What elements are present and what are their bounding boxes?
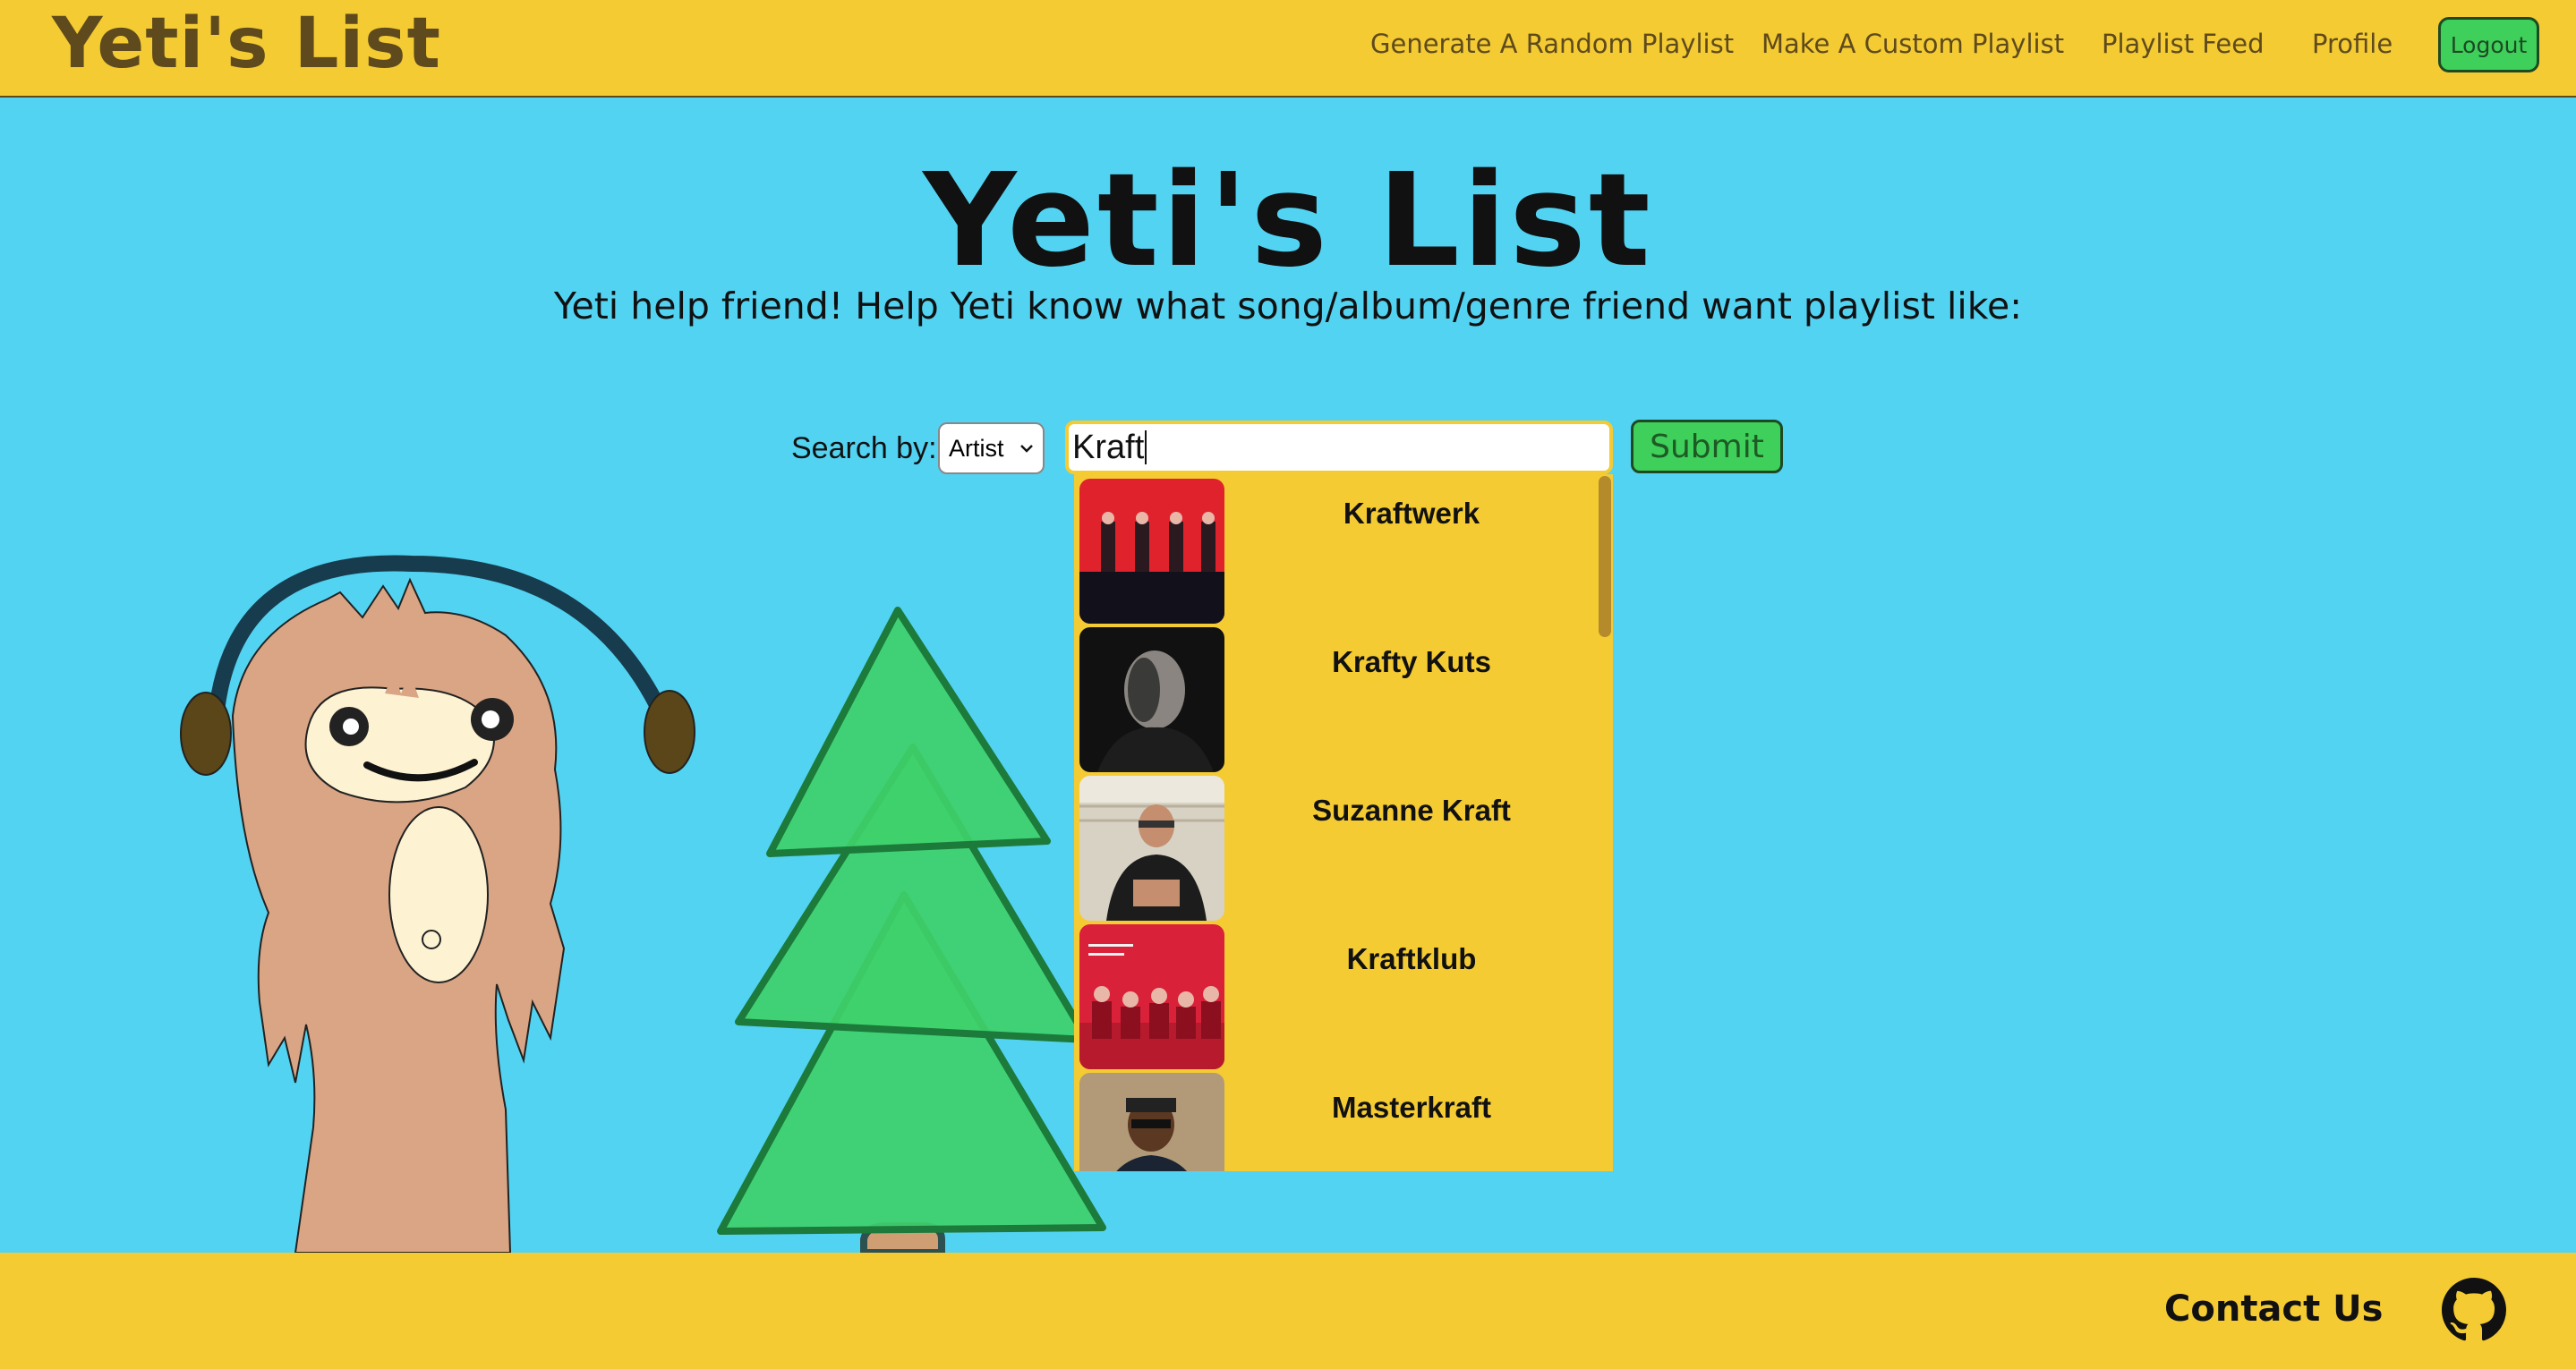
page-title: Yeti's List [923, 145, 1653, 295]
result-name: Kraftwerk [1343, 497, 1480, 530]
artist-thumbnail [1079, 776, 1224, 921]
artist-thumbnail [1079, 1073, 1224, 1171]
brand-logo[interactable]: Yeti's List [52, 4, 441, 84]
result-item-masterkraft[interactable]: Masterkraft [1079, 1073, 1599, 1171]
search-input-value: Kraft [1072, 428, 1145, 466]
artist-thumbnail [1079, 627, 1224, 772]
text-caret [1145, 430, 1147, 464]
yeti-illustration [180, 555, 695, 1253]
tree-illustration [717, 607, 1106, 1253]
nav-generate-random-playlist[interactable]: Generate A Random Playlist [1370, 29, 1734, 59]
search-by-label: Search by: [791, 431, 937, 465]
results-scrollbar[interactable] [1599, 476, 1611, 637]
search-results-dropdown[interactable]: Kraftwerk Krafty Kuts Suzanne Kraft Kraf… [1074, 474, 1613, 1171]
nav-profile[interactable]: Profile [2312, 29, 2393, 59]
result-item-kraftwerk[interactable]: Kraftwerk [1079, 479, 1599, 627]
result-name: Krafty Kuts [1332, 645, 1491, 678]
github-icon[interactable] [2442, 1278, 2506, 1342]
artist-thumbnail [1079, 924, 1224, 1069]
contact-us-link[interactable]: Contact Us [2164, 1288, 2383, 1330]
artist-thumbnail [1079, 479, 1224, 624]
search-type-select[interactable]: Artist [938, 422, 1045, 474]
result-item-suzanne-kraft[interactable]: Suzanne Kraft [1079, 776, 1599, 924]
logout-button[interactable]: Logout [2438, 17, 2539, 72]
result-item-krafty-kuts[interactable]: Krafty Kuts [1079, 627, 1599, 776]
nav-make-custom-playlist[interactable]: Make A Custom Playlist [1761, 29, 2064, 59]
nav-playlist-feed[interactable]: Playlist Feed [2102, 29, 2264, 59]
result-item-kraftklub[interactable]: Kraftklub [1079, 924, 1599, 1073]
chevron-down-icon [1019, 435, 1034, 460]
navbar: Yeti's List Generate A Random Playlist M… [0, 0, 2576, 98]
result-name: Suzanne Kraft [1312, 794, 1511, 827]
submit-button[interactable]: Submit [1631, 420, 1783, 473]
page-subtitle: Yeti help friend! Help Yeti know what so… [553, 285, 2023, 327]
result-name: Masterkraft [1332, 1091, 1491, 1124]
search-type-value: Artist [949, 434, 1004, 462]
search-input[interactable]: Kraft [1065, 421, 1613, 474]
result-name: Kraftklub [1346, 942, 1477, 975]
